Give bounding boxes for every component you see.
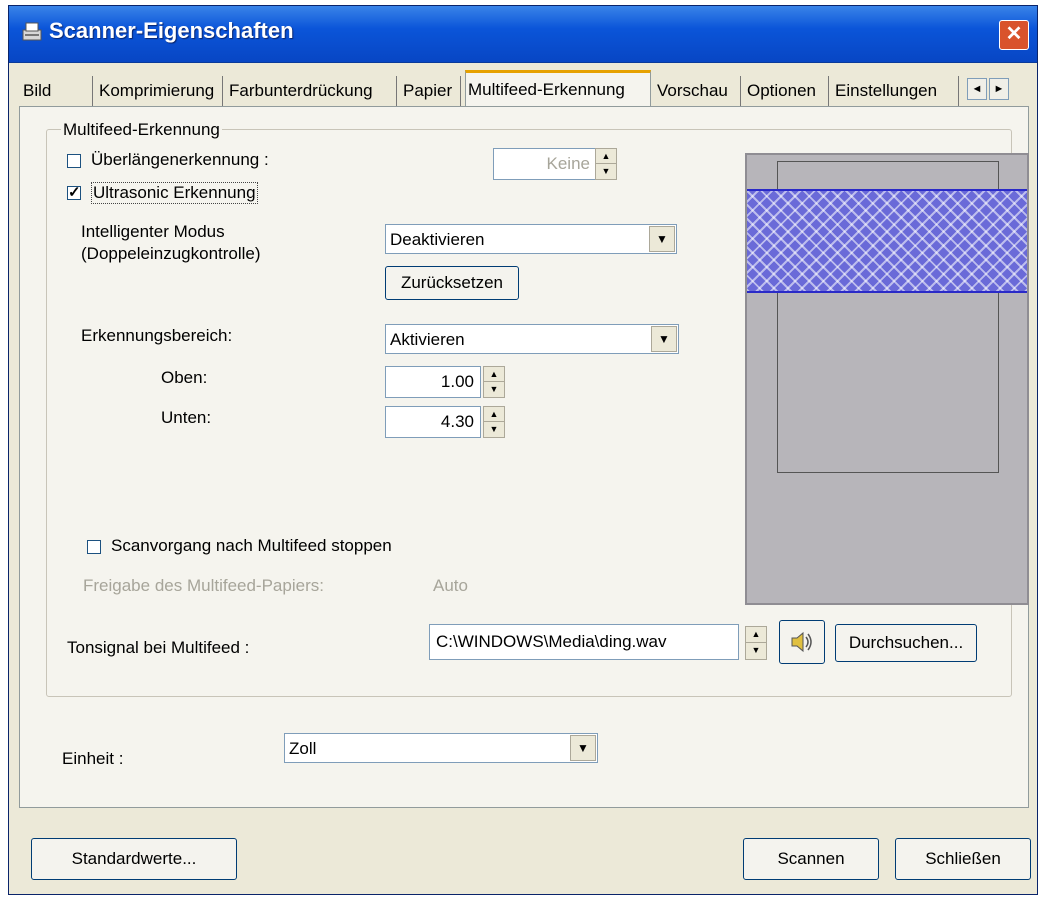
tab-panel: Multifeed-Erkennung Überlängenerkennung … (19, 106, 1029, 808)
tab-label: Optionen (747, 81, 816, 100)
multifeed-group: Multifeed-Erkennung Überlängenerkennung … (46, 120, 1029, 697)
speaker-icon (791, 631, 812, 653)
close-icon: ✕ (1005, 23, 1023, 45)
group-title: Multifeed-Erkennung (61, 120, 222, 140)
top-label: Oben: (161, 368, 208, 387)
scan-button[interactable]: Scannen (743, 838, 879, 880)
tab-optionen[interactable]: Optionen (745, 76, 829, 106)
browse-button-label: Durchsuchen... (848, 633, 964, 652)
smart-mode-label-line1: Intelligenter Modus (81, 222, 225, 241)
detection-area-value: Aktivieren (390, 330, 465, 349)
tone-label: Tonsignal bei Multifeed : (67, 638, 250, 657)
tab-vorschau[interactable]: Vorschau (655, 76, 741, 106)
defaults-button-label: Standardwerte... (71, 849, 197, 868)
tone-spinner[interactable]: ▲ ▼ (745, 626, 767, 660)
smart-mode-label-line2: (Doppeleinzugkontrolle) (81, 244, 261, 263)
arrow-left-icon: ◄ (971, 83, 983, 95)
title-bar[interactable]: Scanner-Eigenschaften ✕ (9, 6, 1037, 63)
release-value: Auto (433, 576, 468, 595)
release-label: Freigabe des Multifeed-Papiers: (83, 576, 324, 595)
bottom-spinner[interactable]: ▲ ▼ (483, 406, 505, 438)
length-check-value: Keine (546, 154, 590, 173)
tab-label: Farbunterdrückung (229, 81, 373, 100)
chevron-down-icon[interactable]: ▼ (649, 226, 675, 252)
tab-einstellungen[interactable]: Einstellungen (833, 76, 959, 106)
detection-area-preview (745, 153, 1029, 605)
tab-label: Komprimierung (99, 81, 215, 100)
tab-scroll-right-button[interactable]: ► (989, 78, 1009, 100)
tab-label: Multifeed-Erkennung (468, 80, 625, 99)
tab-papier[interactable]: Papier (401, 76, 461, 106)
tab-farbunterdrueckung[interactable]: Farbunterdrückung (227, 76, 397, 106)
tab-bild[interactable]: Bild (21, 76, 93, 106)
bottom-value: 4.30 (440, 412, 474, 431)
length-check-value-field: Keine (493, 148, 597, 180)
window-title: Scanner-Eigenschaften (49, 18, 294, 43)
play-sound-button[interactable] (779, 620, 825, 664)
browse-button[interactable]: Durchsuchen... (835, 624, 977, 662)
unit-dropdown[interactable]: Zoll ▼ (284, 733, 598, 763)
close-button[interactable]: Schließen (895, 838, 1031, 880)
tab-scroll-left-button[interactable]: ◄ (967, 78, 987, 100)
ultrasonic-checkbox[interactable]: ✓ (67, 184, 81, 201)
bottom-value-field[interactable]: 4.30 (385, 406, 481, 438)
length-check-checkbox[interactable] (67, 154, 81, 168)
tab-strip: Bild Komprimierung Farbunterdrückung Pap… (9, 68, 1037, 106)
smart-mode-dropdown[interactable]: Deaktivieren ▼ (385, 224, 677, 254)
unit-value: Zoll (289, 739, 317, 758)
stop-scan-checkbox[interactable] (87, 540, 101, 554)
detection-area-dropdown[interactable]: Aktivieren ▼ (385, 324, 679, 354)
smart-mode-value: Deaktivieren (390, 230, 485, 249)
chevron-down-icon[interactable]: ▼ (651, 326, 677, 352)
tone-path-field[interactable]: C:\WINDOWS\Media\ding.wav (429, 624, 739, 660)
close-window-button[interactable]: ✕ (999, 20, 1029, 50)
chevron-down-icon[interactable]: ▼ (570, 735, 596, 761)
detection-band (747, 189, 1027, 293)
ultrasonic-label: Ultrasonic Erkennung (91, 182, 258, 204)
scanner-icon (22, 22, 42, 41)
detection-area-label: Erkennungsbereich: (81, 326, 233, 345)
scanner-properties-dialog: Scanner-Eigenschaften ✕ Bild Komprimieru… (8, 5, 1038, 895)
tab-multifeed-erkennung[interactable]: Multifeed-Erkennung (465, 70, 651, 106)
tab-label: Papier (403, 81, 453, 100)
tab-label: Vorschau (657, 81, 728, 100)
tab-komprimierung[interactable]: Komprimierung (97, 76, 223, 106)
bottom-label: Unten: (161, 408, 212, 427)
stop-scan-label: Scanvorgang nach Multifeed stoppen (111, 536, 392, 555)
unit-label: Einheit : (62, 749, 124, 768)
reset-button-label: Zurücksetzen (400, 273, 504, 292)
tab-label: Bild (23, 81, 52, 100)
top-spinner[interactable]: ▲ ▼ (483, 366, 505, 398)
top-value: 1.00 (440, 372, 474, 391)
tab-label: Einstellungen (835, 81, 938, 100)
reset-button[interactable]: Zurücksetzen (385, 266, 519, 300)
arrow-right-icon: ► (993, 83, 1005, 95)
top-value-field[interactable]: 1.00 (385, 366, 481, 398)
scan-button-label: Scannen (777, 849, 845, 868)
check-icon: ✓ (68, 184, 81, 201)
length-check-label: Überlängenerkennung : (91, 150, 269, 169)
close-button-label: Schließen (925, 849, 1001, 868)
length-check-spinner: ▲ ▼ (595, 148, 617, 180)
defaults-button[interactable]: Standardwerte... (31, 838, 237, 880)
tone-path-value: C:\WINDOWS\Media\ding.wav (436, 632, 667, 651)
